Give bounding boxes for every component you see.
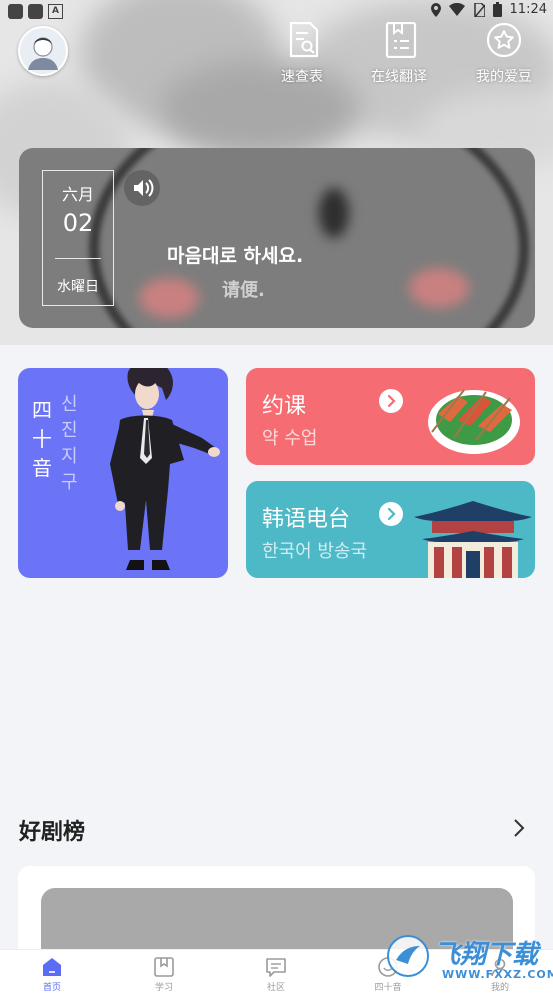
date-weekday: 水曜日 xyxy=(57,279,99,295)
nav-online-translate[interactable]: 在线翻译 xyxy=(370,22,432,88)
book-class-title: 约课 xyxy=(262,394,307,419)
date-month: 六月 xyxy=(61,185,94,204)
user-avatar[interactable] xyxy=(18,26,68,76)
notification-icon xyxy=(28,4,43,19)
tab-home-label: 首页 xyxy=(42,983,61,993)
sentence-chinese: 请便. xyxy=(222,280,265,301)
ranking-more-button[interactable] xyxy=(512,818,526,842)
chevron-right-icon xyxy=(514,819,525,837)
sentence-korean: 마음대로 하세요. xyxy=(167,245,304,267)
chat-icon xyxy=(266,958,286,977)
location-icon xyxy=(430,2,441,17)
watermark-logo xyxy=(387,935,429,977)
date-day: 02 xyxy=(62,209,94,237)
sim-icon xyxy=(473,2,485,17)
site-watermark: 飞翔下载 WWW.FXXZ.COM xyxy=(386,930,553,988)
play-audio-button[interactable] xyxy=(124,170,160,206)
status-bar: A 11:24 xyxy=(0,0,553,22)
nav-quick-table[interactable]: 速查表 xyxy=(280,22,328,88)
status-time: 11:24 xyxy=(509,2,547,17)
bookmark-list-icon xyxy=(385,22,417,58)
nav-quick-table-label: 速查表 xyxy=(281,69,323,85)
document-search-icon xyxy=(289,22,319,58)
tab-community-label: 社区 xyxy=(266,983,285,993)
nav-my-idol[interactable]: 我的爱豆 xyxy=(474,22,536,88)
wifi-icon xyxy=(448,3,465,16)
book-class-arrow-button[interactable] xyxy=(379,389,403,413)
notification-icon xyxy=(8,4,23,19)
tab-home[interactable]: 首页 xyxy=(22,950,82,994)
palace-illustration xyxy=(414,501,532,578)
avatar-icon xyxy=(20,28,66,74)
daily-sentence-card[interactable]: 六月 02 水曜日 마음대로 하세요. 请便. xyxy=(19,148,535,328)
book-icon xyxy=(154,957,174,977)
gojuon-subtitle: 신진지구 xyxy=(61,394,78,493)
notification-badge: A xyxy=(48,4,63,19)
tab-study-label: 学习 xyxy=(154,983,173,993)
korean-radio-card[interactable]: 韩语电台 한국어 방송국 xyxy=(246,481,535,578)
nav-my-idol-label: 我的爱豆 xyxy=(476,69,532,85)
korean-radio-arrow-button[interactable] xyxy=(379,502,403,526)
date-box: 六月 02 水曜日 xyxy=(42,170,114,306)
ranking-title: 好剧榜 xyxy=(19,820,86,845)
korean-radio-title: 韩语电台 xyxy=(262,507,351,532)
watermark-text: 飞翔下载 xyxy=(434,940,539,970)
gojuon-card[interactable]: 四十音 신진지구 xyxy=(18,368,228,578)
character-illustration xyxy=(110,368,220,570)
tab-community[interactable]: 社区 xyxy=(246,950,306,994)
chevron-right-icon xyxy=(387,394,396,408)
date-divider xyxy=(55,258,101,259)
star-circle-icon xyxy=(486,22,522,58)
korean-radio-subtitle: 한국어 방송국 xyxy=(262,541,368,562)
battery-icon xyxy=(492,2,502,17)
home-icon xyxy=(43,958,61,976)
speaker-icon xyxy=(134,179,154,197)
watermark-url: WWW.FXXZ.COM xyxy=(442,968,553,981)
gojuon-title: 四十音 xyxy=(32,398,52,480)
tab-study[interactable]: 学习 xyxy=(134,950,194,994)
food-plate-illustration xyxy=(428,389,520,454)
chevron-right-icon xyxy=(387,507,396,521)
book-class-card[interactable]: 约课 약 수업 xyxy=(246,368,535,465)
book-class-subtitle: 약 수업 xyxy=(262,428,318,449)
nav-online-translate-label: 在线翻译 xyxy=(371,69,427,85)
